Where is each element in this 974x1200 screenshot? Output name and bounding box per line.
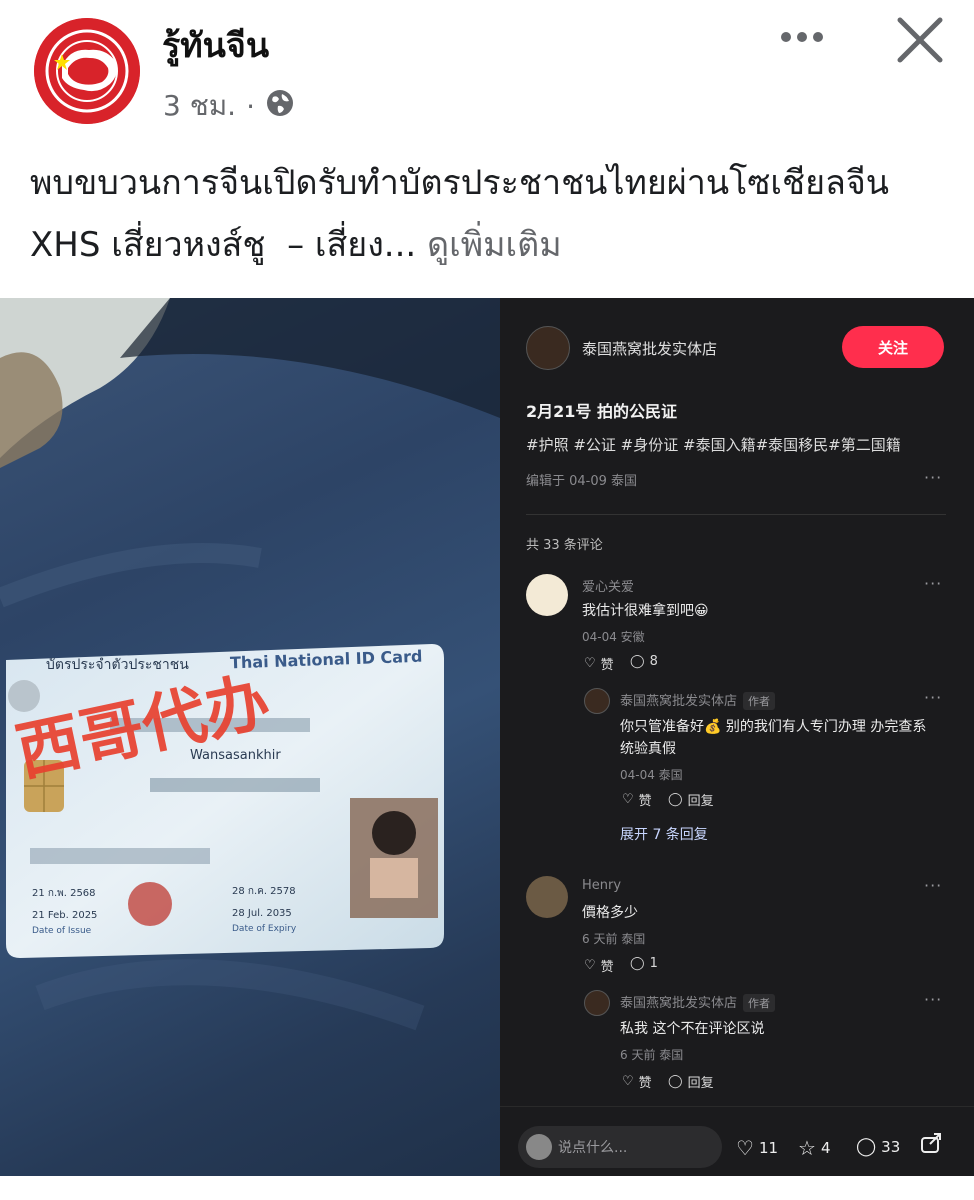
- reply-count-value: 8: [649, 654, 658, 669]
- edited-meta: 编辑于 04-09 泰国: [526, 474, 638, 489]
- commenter-name[interactable]: Henry: [582, 878, 621, 893]
- issue-date-en: 21 Feb. 2025: [32, 910, 98, 921]
- comment-text: 我估计很难拿到吧😀: [582, 603, 709, 619]
- comment-more-icon[interactable]: ···: [924, 876, 942, 895]
- comment-bubble-icon: ◯: [668, 792, 683, 807]
- xhs-screenshot: 泰国燕窝批发实体店 关注 2月21号 拍的公民证 #护照 #公证 #身份证 #泰…: [500, 298, 974, 1188]
- comment-input-placeholder: 说点什么...: [558, 1140, 628, 1156]
- reply-count[interactable]: ◯ 8: [630, 654, 658, 669]
- page-name[interactable]: รู้ทันจีน: [162, 18, 269, 72]
- see-more-link[interactable]: ดูเพิ่มเติม: [427, 225, 562, 265]
- heart-icon: ♡: [622, 1074, 634, 1089]
- like-label: 赞: [638, 1076, 652, 1091]
- comment-meta: 04-04 安徽: [582, 630, 645, 644]
- reply-text-line1: 你只管准备好💰 别的我们有人专门办理 办完查系: [620, 719, 927, 735]
- like-button[interactable]: ♡ 赞: [584, 654, 614, 673]
- issue-date-label: Date of Issue: [32, 926, 92, 936]
- issue-date-th: 21 ก.พ. 2568: [32, 888, 96, 899]
- star-count: 4: [820, 1139, 831, 1157]
- reply-like-button[interactable]: ♡ 赞: [622, 1072, 652, 1091]
- follow-button[interactable]: 关注: [842, 326, 944, 368]
- reply-like-button[interactable]: ♡ 赞: [622, 790, 652, 809]
- comment-total: 33: [881, 1137, 901, 1156]
- heart-icon: ♡: [584, 958, 596, 973]
- heart-icon: ♡: [622, 792, 634, 807]
- expiry-date-en: 28 Jul. 2035: [232, 908, 292, 919]
- bottom-bar-divider: [500, 1106, 974, 1107]
- post-image[interactable]: บัตรประจำตัวประชาชน Thai National ID Car…: [0, 298, 974, 1188]
- like-label: 赞: [600, 960, 614, 975]
- reply-avatar[interactable]: [584, 990, 610, 1016]
- reply-label: 回复: [687, 1076, 714, 1091]
- share-icon: [920, 1132, 942, 1158]
- commenter-name[interactable]: 爱心关爱: [582, 576, 634, 595]
- author-avatar[interactable]: [526, 326, 570, 370]
- post-text: พบขบวนการจีนเปิดรับทำบัตรประชาชนไทยผ่านโ…: [30, 152, 950, 276]
- author-badge: 作者: [743, 994, 776, 1012]
- close-icon[interactable]: [890, 10, 950, 70]
- reply-label: 回复: [687, 794, 714, 809]
- comment-bubble-icon: ◯: [630, 956, 645, 971]
- reply-text-line2: 统验真假: [620, 741, 676, 757]
- reply-author-name: 泰国燕窝批发实体店: [620, 694, 738, 709]
- author-name[interactable]: 泰国燕窝批发实体店: [582, 338, 717, 359]
- commenter-avatar[interactable]: [526, 876, 568, 918]
- comment-input[interactable]: 说点什么...: [518, 1126, 722, 1168]
- share-button[interactable]: [920, 1132, 942, 1158]
- comment-bubble-icon: ◯: [856, 1136, 877, 1157]
- star-icon: ☆: [798, 1136, 816, 1160]
- note-title: 2月21号 拍的公民证: [526, 402, 677, 421]
- post-meta: 3 ชม. ·: [163, 84, 295, 128]
- commenter-avatar[interactable]: [526, 574, 568, 616]
- comment-bubble-icon: ◯: [630, 654, 645, 669]
- reply-button[interactable]: ◯ 回复: [668, 790, 714, 809]
- image-bottom-margin: [0, 1176, 974, 1188]
- post-time[interactable]: 3 ชม.: [163, 84, 236, 128]
- reply-avatar[interactable]: [584, 688, 610, 714]
- page-avatar[interactable]: [34, 18, 140, 124]
- globe-icon: [265, 88, 295, 125]
- id-card-photo: บัตรประจำตัวประชาชน Thai National ID Car…: [0, 298, 500, 1188]
- reply-more-icon[interactable]: ···: [924, 688, 942, 707]
- user-avatar: [526, 1134, 552, 1160]
- reply-button[interactable]: ◯ 回复: [668, 1072, 714, 1091]
- comment-count-button[interactable]: ◯ 33: [856, 1136, 900, 1157]
- like-count: 11: [758, 1139, 779, 1157]
- reply-meta: 04-04 泰国: [620, 768, 683, 782]
- divider: [526, 514, 946, 515]
- star-count-button[interactable]: ☆ 4: [798, 1136, 830, 1160]
- comment-count: 共 33 条评论: [526, 538, 603, 553]
- reply-author-name: 泰国燕窝批发实体店: [620, 996, 738, 1011]
- expiry-date-th: 28 ก.ค. 2578: [232, 886, 296, 897]
- reply-count[interactable]: ◯ 1: [630, 956, 658, 971]
- post-header: รู้ทันจีน 3 ชม. · พบขบวนการจีนเปิดรับทำบ…: [0, 0, 974, 300]
- reply-meta: 6 天前 泰国: [620, 1048, 684, 1062]
- like-label: 赞: [600, 658, 614, 673]
- reply-author[interactable]: 泰国燕窝批发实体店 作者: [620, 992, 776, 1012]
- meta-separator: ·: [246, 89, 255, 123]
- heart-icon: ♡: [584, 656, 596, 671]
- comment-meta: 6 天前 泰国: [582, 932, 646, 946]
- note-tags[interactable]: #护照 #公证 #身份证 #泰国入籍#泰国移民#第二国籍: [526, 434, 901, 455]
- note-more-icon[interactable]: ···: [924, 468, 942, 487]
- like-label: 赞: [638, 794, 652, 809]
- comment-text: 價格多少: [582, 905, 638, 921]
- expiry-date-label: Date of Expiry: [232, 924, 297, 934]
- comment-bubble-icon: ◯: [668, 1074, 683, 1089]
- comment-more-icon[interactable]: ···: [924, 574, 942, 593]
- reply-count-value: 1: [649, 956, 658, 971]
- expand-replies-link[interactable]: 展开 7 条回复: [620, 824, 708, 844]
- reply-text: 私我 这个不在评论区说: [620, 1021, 765, 1037]
- heart-icon: ♡: [736, 1136, 754, 1160]
- author-badge: 作者: [743, 692, 776, 710]
- reply-author[interactable]: 泰国燕窝批发实体店 作者: [620, 690, 776, 710]
- like-button[interactable]: ♡ 赞: [584, 956, 614, 975]
- reply-more-icon[interactable]: ···: [924, 990, 942, 1009]
- more-horizontal-icon[interactable]: [772, 20, 832, 54]
- like-count-button[interactable]: ♡ 11: [736, 1136, 778, 1160]
